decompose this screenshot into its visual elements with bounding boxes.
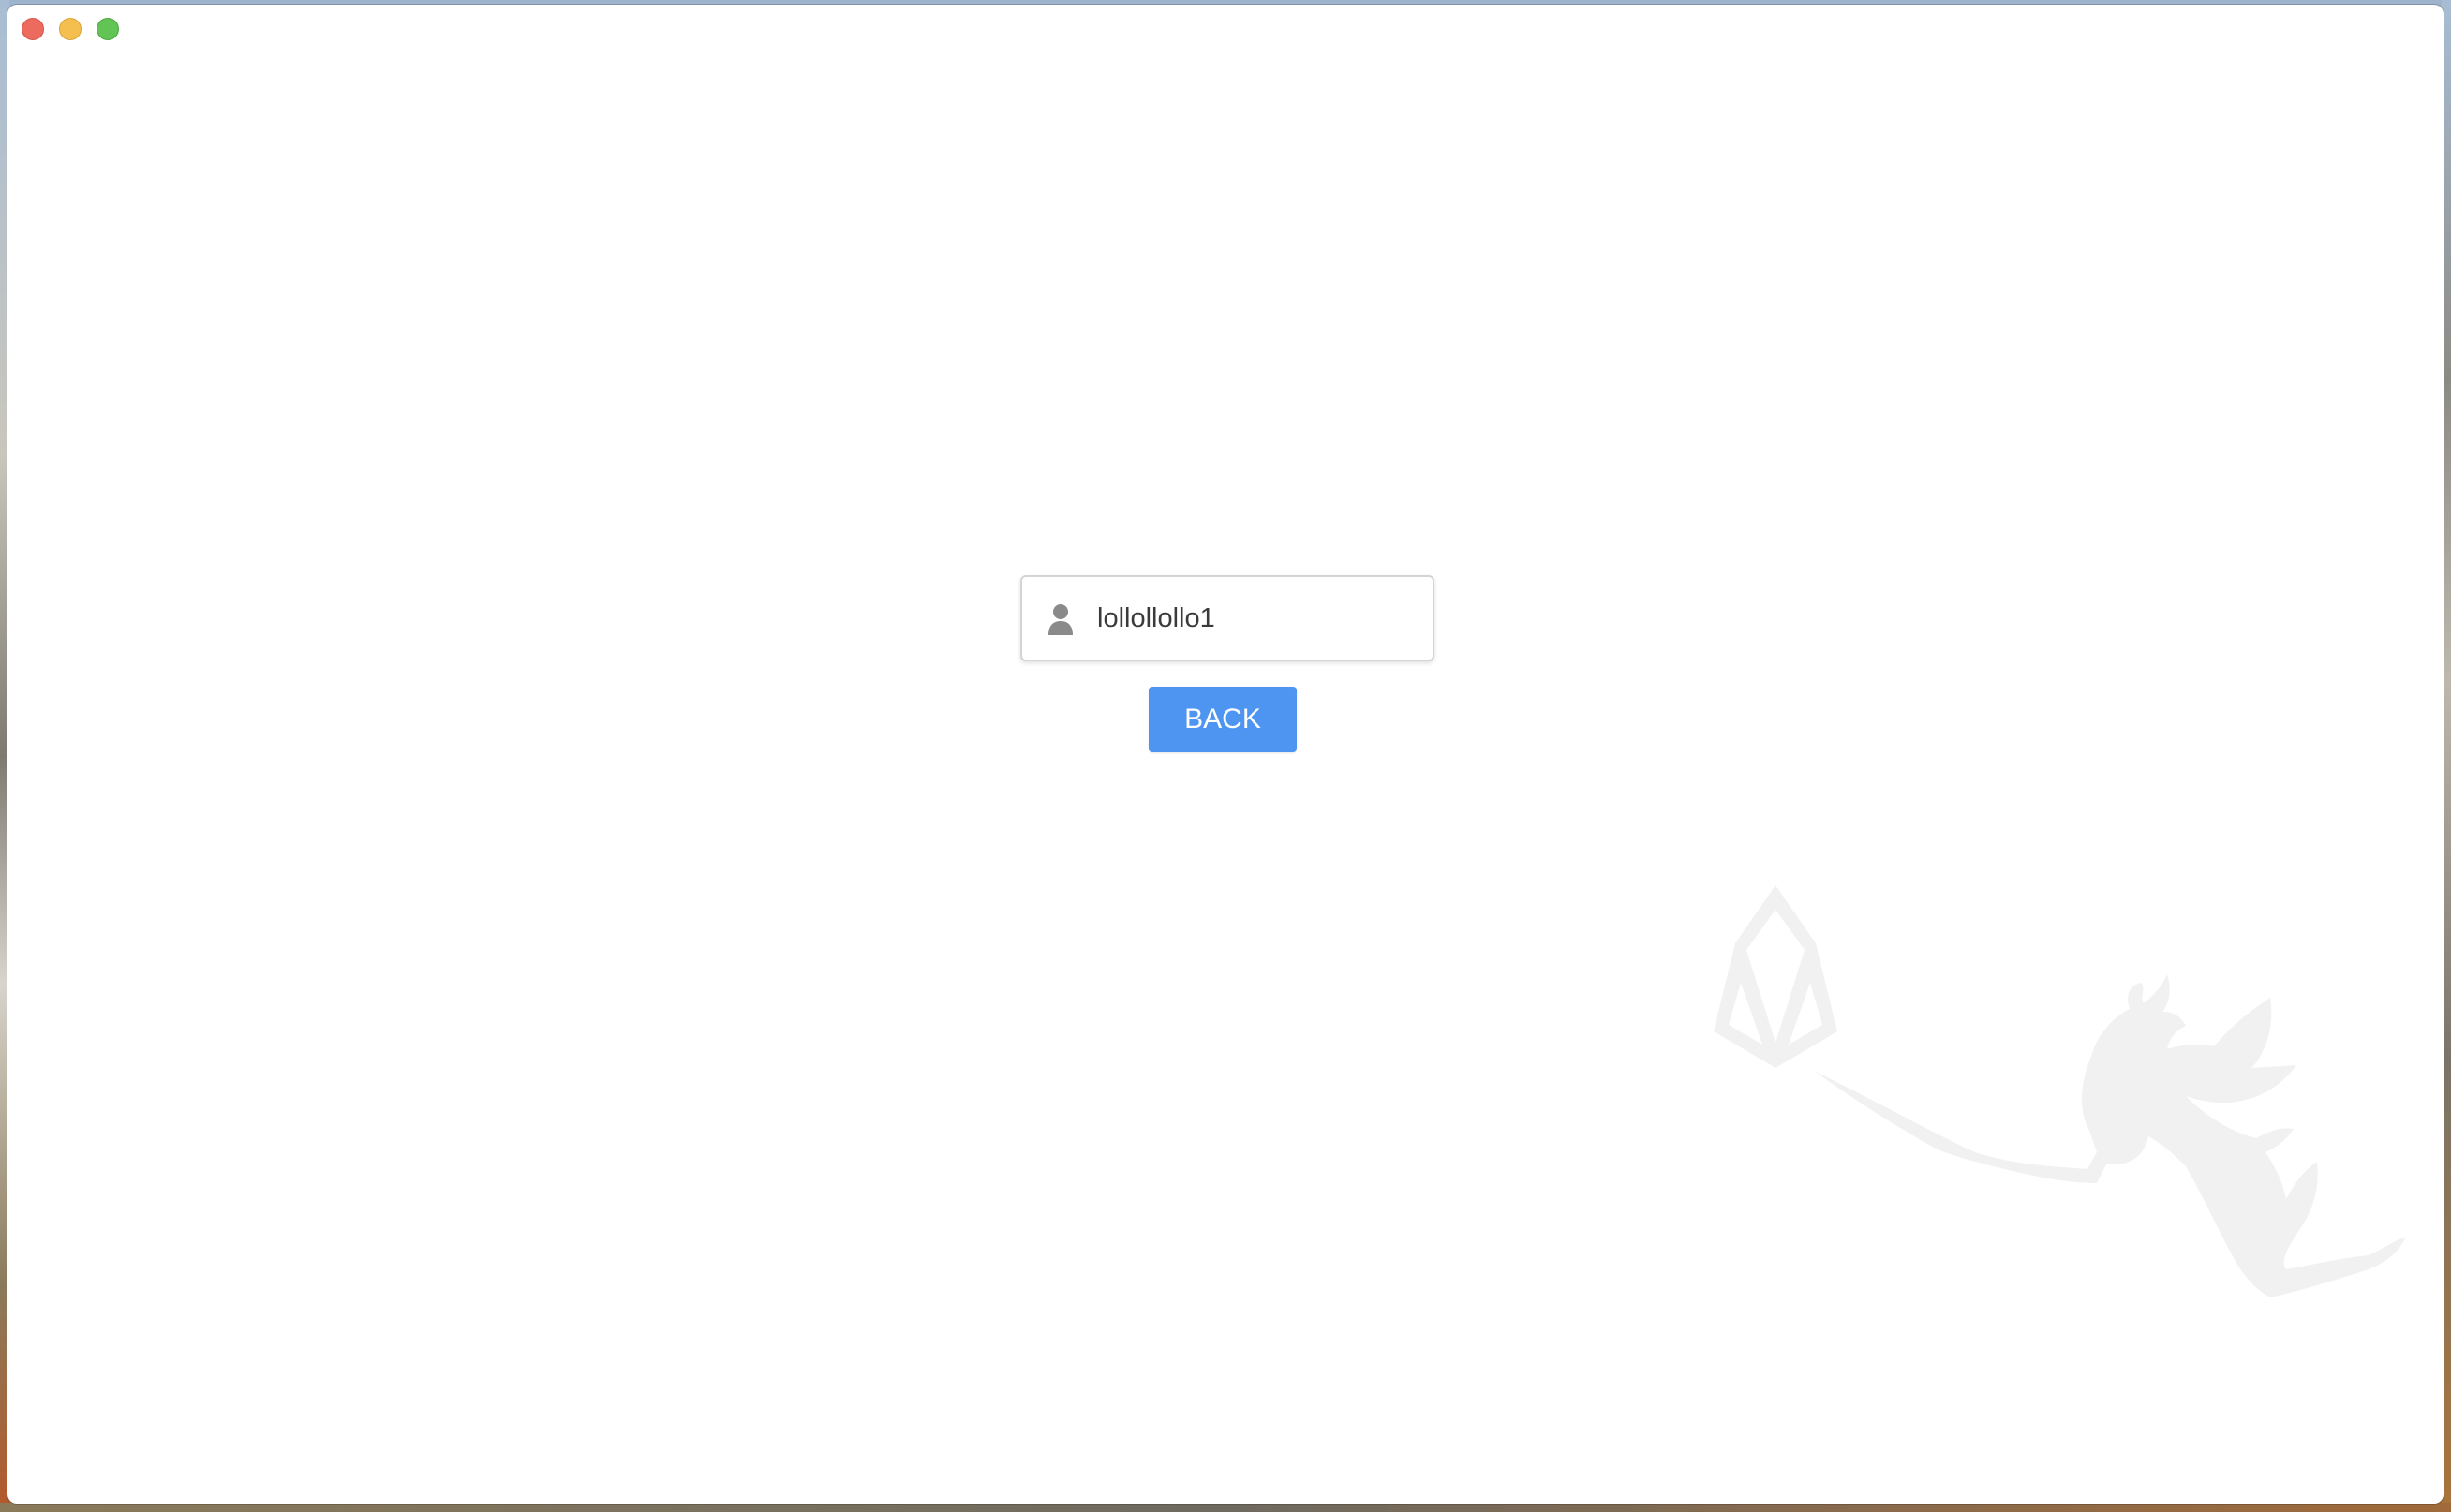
close-window-button[interactable]	[22, 18, 44, 40]
user-icon	[1048, 604, 1073, 635]
window-controls	[22, 18, 119, 40]
back-button[interactable]: BACK	[1149, 687, 1297, 752]
account-name-field[interactable]: lollollollo1	[1020, 575, 1434, 661]
watermark	[1714, 885, 2406, 1297]
minimize-window-button[interactable]	[59, 18, 82, 40]
app-window: lollollollo1 BACK	[7, 5, 2444, 1504]
account-name-value: lollollollo1	[1097, 603, 1215, 633]
eos-logo-icon	[1714, 885, 1837, 1068]
maximize-window-button[interactable]	[97, 18, 119, 40]
desktop-background-bottom	[0, 1503, 2451, 1512]
fairy-icon	[1814, 974, 2406, 1297]
